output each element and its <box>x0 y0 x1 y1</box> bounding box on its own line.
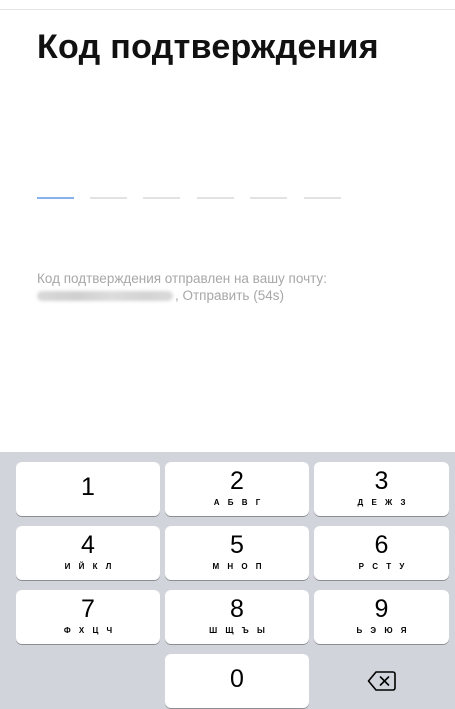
key-1[interactable]: 1 <box>16 462 160 516</box>
key-2[interactable]: 2 А Б В Г <box>165 462 309 516</box>
key-0[interactable]: 0 <box>165 654 309 708</box>
key-letters: Ф Х Ц Ч <box>63 626 116 635</box>
blurred-email <box>37 291 173 302</box>
key-digit: 5 <box>230 531 244 559</box>
code-slot-1[interactable] <box>37 197 74 199</box>
key-digit: 9 <box>374 595 389 623</box>
code-slot-6[interactable] <box>304 197 341 199</box>
key-letters: М Н О П <box>212 562 265 571</box>
key-digit: 2 <box>230 467 244 495</box>
key-letters: Ь Э Ю Я <box>356 626 410 635</box>
key-digit: 0 <box>230 665 244 693</box>
key-letters: А Б В Г <box>213 498 264 507</box>
code-slot-5[interactable] <box>250 197 287 199</box>
key-digit: 8 <box>230 595 244 623</box>
page-title: Код подтверждения <box>37 28 379 66</box>
key-digit: 3 <box>374 467 389 495</box>
key-digit: 6 <box>374 531 389 559</box>
code-slot-3[interactable] <box>143 197 180 199</box>
info-block: Код подтверждения отправлен на вашу почт… <box>37 270 437 304</box>
delete-key[interactable] <box>314 654 449 708</box>
code-slot-2[interactable] <box>90 197 127 199</box>
key-digit: 1 <box>81 473 95 501</box>
key-letters: Д Е Ж З <box>357 498 409 507</box>
key-8[interactable]: 8 Ш Щ Ъ Ы <box>165 590 309 644</box>
key-3[interactable]: 3 Д Е Ж З <box>314 462 449 516</box>
code-input[interactable] <box>37 197 357 201</box>
verification-screen: Код подтверждения Код подтверждения отпр… <box>0 0 455 709</box>
info-message: Код подтверждения отправлен на вашу почт… <box>37 271 327 286</box>
key-9[interactable]: 9 Ь Э Ю Я <box>314 590 449 644</box>
key-6[interactable]: 6 Р С Т У <box>314 526 449 580</box>
key-letters: Р С Т У <box>358 562 408 571</box>
top-divider <box>0 9 455 10</box>
key-5[interactable]: 5 М Н О П <box>165 526 309 580</box>
key-digit: 4 <box>81 531 95 559</box>
key-letters: Ш Щ Ъ Ы <box>209 626 268 635</box>
key-digit: 7 <box>81 595 95 623</box>
key-7[interactable]: 7 Ф Х Ц Ч <box>16 590 160 644</box>
key-4[interactable]: 4 И Й К Л <box>16 526 160 580</box>
code-slot-4[interactable] <box>197 197 234 199</box>
info-line-2: , Отправить (54s) <box>37 287 437 304</box>
backspace-icon <box>367 671 396 691</box>
key-letters: И Й К Л <box>64 562 115 571</box>
resend-link[interactable]: , Отправить (54s) <box>175 288 284 303</box>
numeric-keypad: 1 2 А Б В Г 3 Д Е Ж З 4 И Й К Л 5 М Н О … <box>0 452 455 709</box>
